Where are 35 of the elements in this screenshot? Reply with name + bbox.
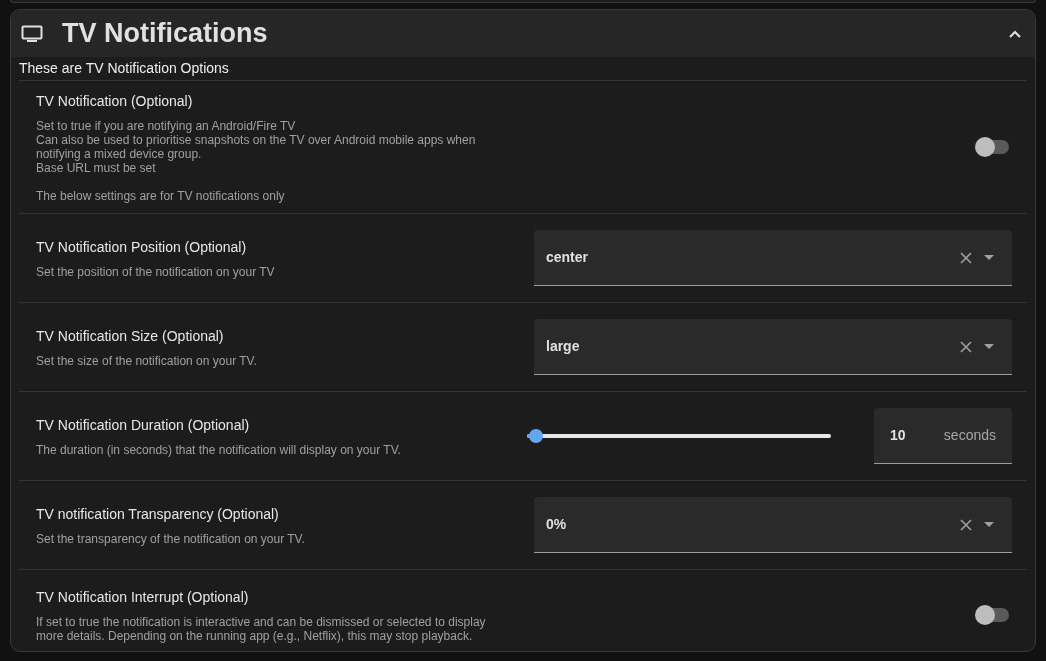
monitor-icon (21, 24, 43, 43)
clear-icon[interactable] (960, 518, 972, 531)
setting-description: The duration (in seconds) that the notification will display on your TV. (36, 443, 402, 457)
clear-icon[interactable] (960, 251, 972, 264)
toggle-switch[interactable] (975, 604, 1011, 625)
number-field[interactable]: 10 seconds (874, 408, 1012, 464)
setting-description: Set the transparency of the notification on your TV. (36, 532, 306, 546)
setting-label: TV Notification Duration (Optional) (36, 416, 251, 435)
clear-icon[interactable] (960, 340, 972, 353)
toggle-switch[interactable] (975, 137, 1011, 157)
setting-label: TV Notification Size (Optional) (36, 327, 225, 346)
setting-label: TV Notification Interrupt (Optional) (36, 587, 250, 607)
setting-description: Set to true if you are notifying an Android/Fire TV Can also be used to prioritise snapshots on the TV over Android mobile apps when notifying a mixed device group. Base URL must be set The below settings are for TV notifications only (36, 119, 477, 203)
select-value: center (546, 248, 590, 267)
setting-description: Set the position of the notification on your TV (36, 265, 276, 279)
setting-label: TV Notification (Optional) (36, 92, 194, 111)
select-field[interactable]: center (534, 230, 1012, 286)
slider-thumb[interactable] (529, 429, 544, 443)
dropdown-caret-icon[interactable] (984, 522, 994, 527)
dropdown-caret-icon[interactable] (984, 344, 994, 349)
select-value: large (546, 337, 581, 356)
setting-description: Set the size of the notification on your TV. (36, 354, 258, 368)
setting-description: If set to true the notification is interactive and can be dismissed or selected to display more details. Depending on the running app (e.g., Netflix), this may stop playback. (36, 614, 487, 643)
unit-label: seconds (943, 426, 996, 445)
section-subtitle: These are TV Notification Options (19, 57, 1027, 81)
setting-label: TV notification Transparency (Optional) (36, 505, 280, 524)
chevron-icon[interactable] (1009, 29, 1021, 38)
select-value: 0% (546, 515, 568, 534)
dropdown-caret-icon[interactable] (984, 255, 994, 260)
section-header[interactable]: TV Notifications (11, 10, 1035, 57)
select-field[interactable]: large (534, 319, 1012, 375)
setting-label: TV Notification Position (Optional) (36, 238, 248, 257)
select-field[interactable]: 0% (534, 497, 1012, 553)
number-value: 10 (890, 426, 907, 445)
section-title: TV Notifications (62, 17, 268, 51)
